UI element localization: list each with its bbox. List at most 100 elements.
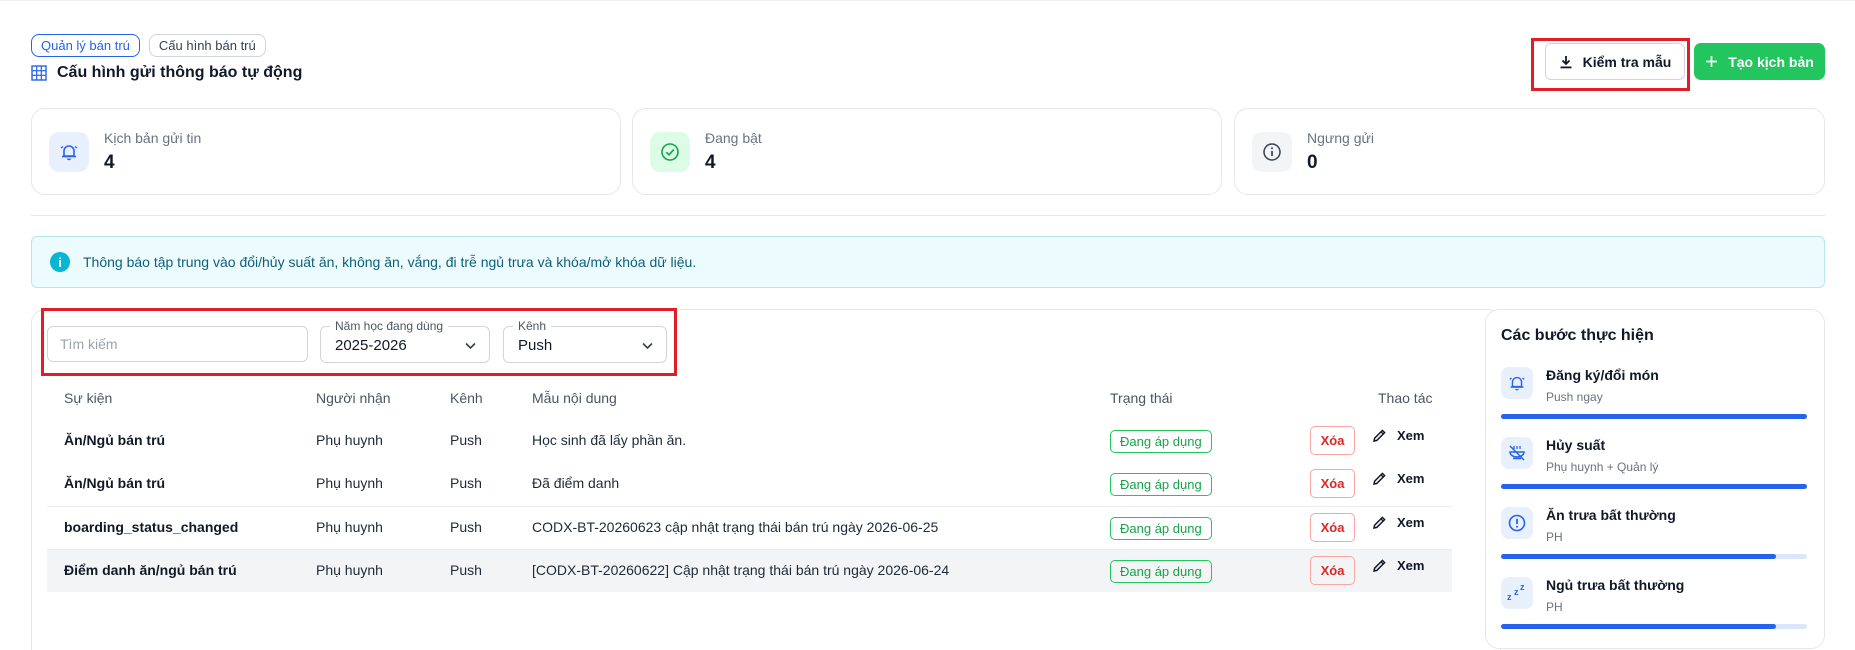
step-progress-bar [1501, 484, 1807, 489]
step-progress-bar [1501, 554, 1777, 559]
scenario-table: Sự kiện Người nhận Kênh Mẫu nội dung Trạ… [47, 380, 1452, 592]
school-year-label: Năm học đang dùng [330, 319, 449, 333]
sleep-icon: z z z [1501, 577, 1533, 609]
cell-event: Ăn/Ngủ bán trú [64, 475, 166, 491]
info-banner-text: Thông báo tập trung vào đổi/hủy suất ăn,… [83, 254, 697, 270]
steps-panel [1485, 309, 1825, 649]
create-scenario-label: Tạo kịch bản [1728, 53, 1814, 70]
grid-icon [31, 65, 47, 81]
table-row: boarding_status_changed Phụ huynh Push C… [47, 506, 1452, 549]
stat-card-scenarios: Kịch bản gửi tin 4 [31, 108, 621, 195]
check-circle-icon [650, 131, 690, 172]
view-button[interactable]: Xem [1372, 471, 1424, 486]
step-progress-track [1501, 414, 1807, 419]
cell-template: Học sinh đã lấy phần ăn. [532, 432, 687, 448]
channel-select[interactable]: Kênh Push [503, 319, 667, 363]
cell-channel: Push [450, 519, 482, 535]
table-row: Ăn/Ngủ bán trú Phụ huynh Push Học sinh đ… [47, 420, 1452, 463]
cell-template: [CODX-BT-20260622] Cập nhật trạng thái b… [532, 562, 950, 578]
channel-label: Kênh [513, 319, 552, 333]
step-title: Đăng ký/đổi món [1546, 367, 1659, 383]
top-border [0, 0, 1855, 1]
step-progress-track [1501, 554, 1807, 559]
status-badge: Đang áp dụng [1110, 560, 1212, 583]
school-year-select[interactable]: Năm học đang dùng 2025-2026 [320, 319, 490, 363]
section-divider [31, 215, 1825, 216]
column-header-template: Mẫu nội dung [532, 390, 617, 406]
bell-icon [49, 131, 89, 172]
cell-channel: Push [450, 475, 482, 491]
view-button[interactable]: Xem [1372, 558, 1424, 573]
delete-button[interactable]: Xóa [1310, 469, 1355, 498]
plus-icon [1706, 56, 1718, 67]
view-button-label: Xem [1397, 558, 1425, 573]
chevron-down-icon [642, 342, 653, 350]
page-title: Cấu hình gửi thông báo tự động [57, 64, 303, 81]
stat-value: 4 [705, 151, 716, 173]
stat-label: Ngưng gửi [1307, 129, 1374, 146]
view-button[interactable]: Xem [1372, 428, 1424, 443]
svg-text:z: z [1514, 587, 1519, 597]
delete-button[interactable]: Xóa [1310, 426, 1355, 455]
svg-text:z: z [1520, 583, 1525, 592]
cell-channel: Push [450, 562, 482, 578]
cell-event: Điểm danh ăn/ngủ bán trú [64, 562, 237, 578]
info-banner: i Thông báo tập trung vào đổi/hủy suất ă… [31, 236, 1825, 288]
column-header-recipient: Người nhận [316, 390, 391, 406]
bell-icon [1501, 367, 1533, 399]
column-header-channel: Kênh [450, 390, 483, 406]
stat-card-enabled: Đang bật 4 [632, 108, 1222, 195]
channel-value: Push [518, 337, 553, 354]
breadcrumb-item-boarding-management[interactable]: Quản lý bán trú [31, 34, 140, 57]
column-header-status: Trạng thái [1110, 390, 1173, 406]
cell-channel: Push [450, 432, 482, 448]
steps-title: Các bước thực hiện [1501, 327, 1654, 344]
stat-label: Kịch bản gửi tin [104, 129, 202, 146]
cell-event: Ăn/Ngủ bán trú [64, 432, 166, 448]
cell-template: Đã điểm danh [532, 475, 620, 491]
stat-label: Đang bật [705, 129, 762, 146]
chevron-down-icon [465, 342, 476, 350]
cell-recipient: Phụ huynh [316, 475, 383, 491]
table-row: Điểm danh ăn/ngủ bán trú Phụ huynh Push … [47, 549, 1452, 592]
cell-recipient: Phụ huynh [316, 562, 383, 578]
step-progress-track [1501, 484, 1807, 489]
pencil-icon [1373, 429, 1386, 442]
cell-recipient: Phụ huynh [316, 432, 383, 448]
delete-button[interactable]: Xóa [1310, 513, 1355, 542]
delete-button[interactable]: Xóa [1310, 556, 1355, 585]
view-button-label: Xem [1397, 515, 1425, 530]
step-subtitle: PH [1546, 600, 1563, 614]
view-button[interactable]: Xem [1372, 515, 1424, 530]
stat-value: 0 [1307, 151, 1318, 173]
school-year-value: 2025-2026 [335, 337, 407, 354]
step-title: Ăn trưa bất thường [1546, 507, 1676, 523]
status-badge: Đang áp dụng [1110, 430, 1212, 453]
cancel-food-icon [1501, 437, 1533, 469]
status-badge: Đang áp dụng [1110, 473, 1212, 496]
step-progress-track [1501, 624, 1807, 629]
create-scenario-button[interactable]: Tạo kịch bản [1694, 43, 1825, 80]
cell-template: CODX-BT-20260623 cập nhật trạng thái bán… [532, 519, 939, 535]
breadcrumb: Quản lý bán trú Cấu hình bán trú [31, 34, 266, 57]
status-badge: Đang áp dụng [1110, 517, 1212, 540]
info-icon: i [50, 252, 70, 272]
check-template-label: Kiểm tra mẫu [1582, 53, 1672, 70]
cell-recipient: Phụ huynh [316, 519, 383, 535]
pencil-icon [1373, 559, 1386, 572]
view-button-label: Xem [1397, 471, 1425, 486]
step-subtitle: Phụ huynh + Quản lý [1546, 460, 1659, 474]
info-circle-icon [1252, 131, 1292, 172]
table-row: Ăn/Ngủ bán trú Phụ huynh Push Đã điểm da… [47, 463, 1452, 506]
breadcrumb-item-boarding-config[interactable]: Cấu hình bán trú [148, 34, 266, 57]
stat-card-stopped: Ngưng gửi 0 [1234, 108, 1825, 195]
pencil-icon [1373, 472, 1386, 485]
search-input[interactable] [47, 326, 308, 362]
step-progress-bar [1501, 414, 1807, 419]
alert-circle-icon [1501, 507, 1533, 539]
check-template-button[interactable]: Kiểm tra mẫu [1545, 43, 1685, 80]
page-header: Cấu hình gửi thông báo tự động [31, 64, 302, 82]
step-title: Hủy suất [1546, 437, 1606, 453]
view-button-label: Xem [1397, 428, 1425, 443]
pencil-icon [1373, 516, 1386, 529]
